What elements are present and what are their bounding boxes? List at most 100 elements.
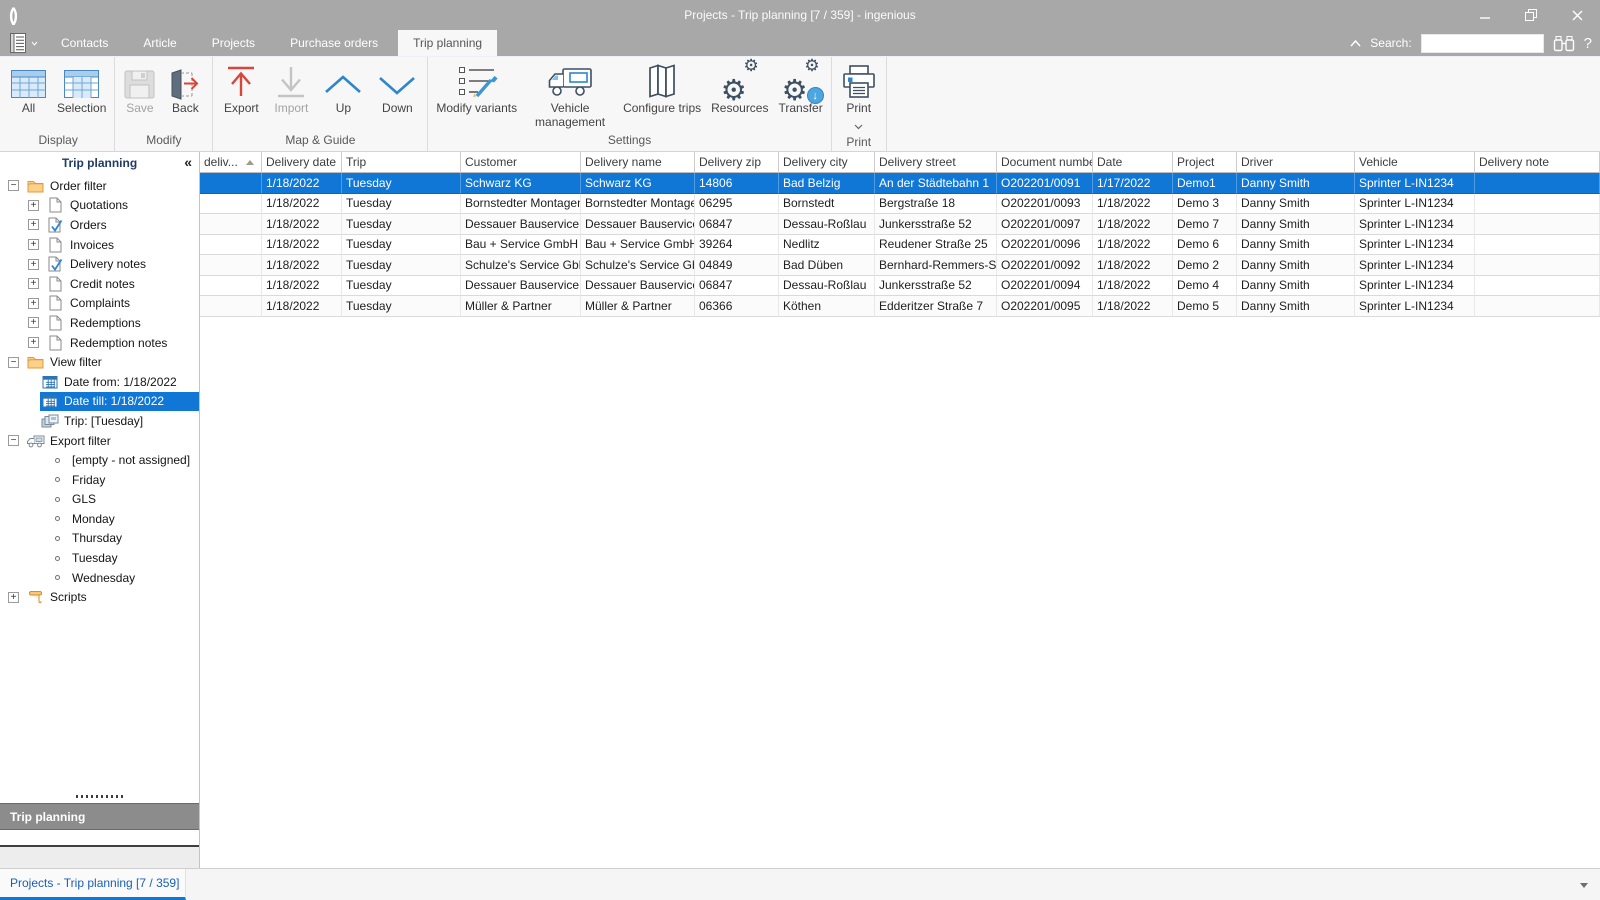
collapse-box-icon[interactable]: − xyxy=(8,435,19,447)
table-cell-r4-c2[interactable]: Tuesday xyxy=(342,255,461,276)
table-cell-r1-c8[interactable]: O202201/0093 xyxy=(997,193,1093,214)
expand-box-icon[interactable]: + xyxy=(28,337,39,349)
table-cell-r5-c13[interactable] xyxy=(1475,275,1600,296)
table-cell-r1-c6[interactable]: Bornstedt xyxy=(779,193,875,214)
tree-item-date-till-1-18-2022[interactable]: Date till: 1/18/2022 xyxy=(0,391,199,412)
ribbon-button-up[interactable]: Up xyxy=(316,58,370,116)
table-cell-r2-c10[interactable]: Demo 7 xyxy=(1173,214,1237,235)
table-cell-r1-c10[interactable]: Demo 3 xyxy=(1173,193,1237,214)
table-cell-r6-c11[interactable]: Danny Smith xyxy=(1237,296,1355,317)
tree-item-redemption-notes[interactable]: + Redemption notes xyxy=(0,333,199,353)
table-cell-r0-c2[interactable]: Tuesday xyxy=(342,173,461,194)
splitter-drag-handle[interactable] xyxy=(75,795,124,798)
table-cell-r6-c3[interactable]: Müller & Partner xyxy=(461,296,581,317)
table-cell-r3-c0[interactable] xyxy=(200,234,262,255)
table-cell-r4-c1[interactable]: 1/18/2022 xyxy=(262,255,342,276)
table-cell-r3-c1[interactable]: 1/18/2022 xyxy=(262,234,342,255)
column-header-delivery-zip[interactable]: Delivery zip xyxy=(695,152,779,173)
menu-tab-article[interactable]: Article xyxy=(128,30,191,56)
table-cell-r3-c5[interactable]: 39264 xyxy=(695,234,779,255)
table-cell-r2-c1[interactable]: 1/18/2022 xyxy=(262,214,342,235)
tree-item-orders[interactable]: + Orders xyxy=(0,215,199,235)
table-cell-r1-c1[interactable]: 1/18/2022 xyxy=(262,193,342,214)
table-cell-r1-c13[interactable] xyxy=(1475,193,1600,214)
table-cell-r6-c2[interactable]: Tuesday xyxy=(342,296,461,317)
expand-box-icon[interactable]: + xyxy=(28,297,39,309)
ribbon-button-import[interactable]: Import xyxy=(266,58,316,116)
tree-item-export-filter[interactable]: − Export filter xyxy=(0,431,199,451)
ribbon-button-modify-variants[interactable]: Modify variants xyxy=(431,58,522,116)
table-cell-r1-c4[interactable]: Bornstedter Montagen xyxy=(581,193,695,214)
table-cell-r1-c9[interactable]: 1/18/2022 xyxy=(1093,193,1173,214)
expand-box-icon[interactable]: + xyxy=(28,219,39,231)
table-cell-r0-c5[interactable]: 14806 xyxy=(695,173,779,194)
table-cell-r1-c11[interactable]: Danny Smith xyxy=(1237,193,1355,214)
table-cell-r1-c0[interactable] xyxy=(200,193,262,214)
table-cell-r5-c1[interactable]: 1/18/2022 xyxy=(262,275,342,296)
expand-box-icon[interactable]: + xyxy=(28,278,39,290)
column-header-delivery-name[interactable]: Delivery name xyxy=(581,152,695,173)
tree-item-credit-notes[interactable]: + Credit notes xyxy=(0,274,199,294)
chevron-down-icon[interactable] xyxy=(1580,883,1588,888)
table-cell-r4-c7[interactable]: Bernhard-Remmers-S... xyxy=(875,255,997,276)
table-cell-r4-c12[interactable]: Sprinter L-IN1234 xyxy=(1355,255,1475,276)
tree-item-monday[interactable]: Monday xyxy=(0,509,199,529)
tree-item-tuesday[interactable]: Tuesday xyxy=(0,548,199,568)
table-cell-r2-c11[interactable]: Danny Smith xyxy=(1237,214,1355,235)
table-cell-r0-c4[interactable]: Schwarz KG xyxy=(581,173,695,194)
ribbon-button-down[interactable]: Down xyxy=(370,58,424,116)
tree-item-complaints[interactable]: + Complaints xyxy=(0,294,199,314)
table-cell-r0-c12[interactable]: Sprinter L-IN1234 xyxy=(1355,173,1475,194)
table-cell-r2-c5[interactable]: 06847 xyxy=(695,214,779,235)
table-cell-r5-c3[interactable]: Dessauer Bauservice xyxy=(461,275,581,296)
table-cell-r3-c13[interactable] xyxy=(1475,234,1600,255)
ribbon-button-selection[interactable]: Selection xyxy=(52,58,111,116)
ribbon-button-export[interactable]: Export xyxy=(216,58,266,116)
menu-tab-projects[interactable]: Projects xyxy=(197,30,270,56)
tree-item-trip-tuesday[interactable]: Trip: [Tuesday] xyxy=(0,411,199,431)
table-cell-r2-c4[interactable]: Dessauer Bauservice xyxy=(581,214,695,235)
tree-item-friday[interactable]: Friday xyxy=(0,470,199,490)
ribbon-button-transfer[interactable]: ⚙ ⚙ ↓ Transfer xyxy=(773,57,827,116)
table-cell-r3-c10[interactable]: Demo 6 xyxy=(1173,234,1237,255)
table-cell-r4-c13[interactable] xyxy=(1475,255,1600,276)
table-cell-r2-c3[interactable]: Dessauer Bauservice xyxy=(461,214,581,235)
table-cell-r2-c9[interactable]: 1/18/2022 xyxy=(1093,214,1173,235)
tree-item-scripts[interactable]: + Scripts xyxy=(0,587,199,607)
ribbon-button-configure-trips[interactable]: Configure trips xyxy=(618,58,706,116)
minimize-button[interactable] xyxy=(1462,0,1508,30)
table-cell-r3-c3[interactable]: Bau + Service GmbH xyxy=(461,234,581,255)
table-cell-r2-c13[interactable] xyxy=(1475,214,1600,235)
restore-button[interactable] xyxy=(1508,0,1554,30)
help-icon[interactable]: ? xyxy=(1584,35,1592,52)
table-cell-r3-c12[interactable]: Sprinter L-IN1234 xyxy=(1355,234,1475,255)
table-cell-r2-c2[interactable]: Tuesday xyxy=(342,214,461,235)
table-cell-r3-c8[interactable]: O202201/0096 xyxy=(997,234,1093,255)
ribbon-button-print[interactable]: Print xyxy=(835,58,883,135)
table-cell-r0-c7[interactable]: An der Städtebahn 1 xyxy=(875,173,997,194)
table-cell-r5-c11[interactable]: Danny Smith xyxy=(1237,275,1355,296)
table-cell-r2-c12[interactable]: Sprinter L-IN1234 xyxy=(1355,214,1475,235)
column-header-customer[interactable]: Customer xyxy=(461,152,581,173)
table-cell-r2-c8[interactable]: O202201/0097 xyxy=(997,214,1093,235)
table-cell-r1-c3[interactable]: Bornstedter Montagen xyxy=(461,193,581,214)
column-header-deliv[interactable]: deliv... xyxy=(200,152,262,173)
collapse-sidebar-icon[interactable]: « xyxy=(184,154,192,170)
column-header-vehicle[interactable]: Vehicle xyxy=(1355,152,1475,173)
table-cell-r0-c11[interactable]: Danny Smith xyxy=(1237,173,1355,194)
menu-tab-purchase-orders[interactable]: Purchase orders xyxy=(275,30,393,56)
expand-box-icon[interactable]: + xyxy=(28,317,39,329)
table-cell-r6-c5[interactable]: 06366 xyxy=(695,296,779,317)
table-cell-r6-c8[interactable]: O202201/0095 xyxy=(997,296,1093,317)
table-cell-r1-c12[interactable]: Sprinter L-IN1234 xyxy=(1355,193,1475,214)
expand-box-icon[interactable]: + xyxy=(28,258,39,270)
table-cell-r3-c4[interactable]: Bau + Service GmbH xyxy=(581,234,695,255)
column-header-delivery-street[interactable]: Delivery street xyxy=(875,152,997,173)
tree-item-order-filter[interactable]: − Order filter xyxy=(0,176,199,196)
tree-item-invoices[interactable]: + Invoices xyxy=(0,235,199,255)
table-cell-r5-c10[interactable]: Demo 4 xyxy=(1173,275,1237,296)
table-cell-r5-c12[interactable]: Sprinter L-IN1234 xyxy=(1355,275,1475,296)
tree-item-redemptions[interactable]: + Redemptions xyxy=(0,313,199,333)
table-cell-r6-c9[interactable]: 1/18/2022 xyxy=(1093,296,1173,317)
table-cell-r5-c8[interactable]: O202201/0094 xyxy=(997,275,1093,296)
